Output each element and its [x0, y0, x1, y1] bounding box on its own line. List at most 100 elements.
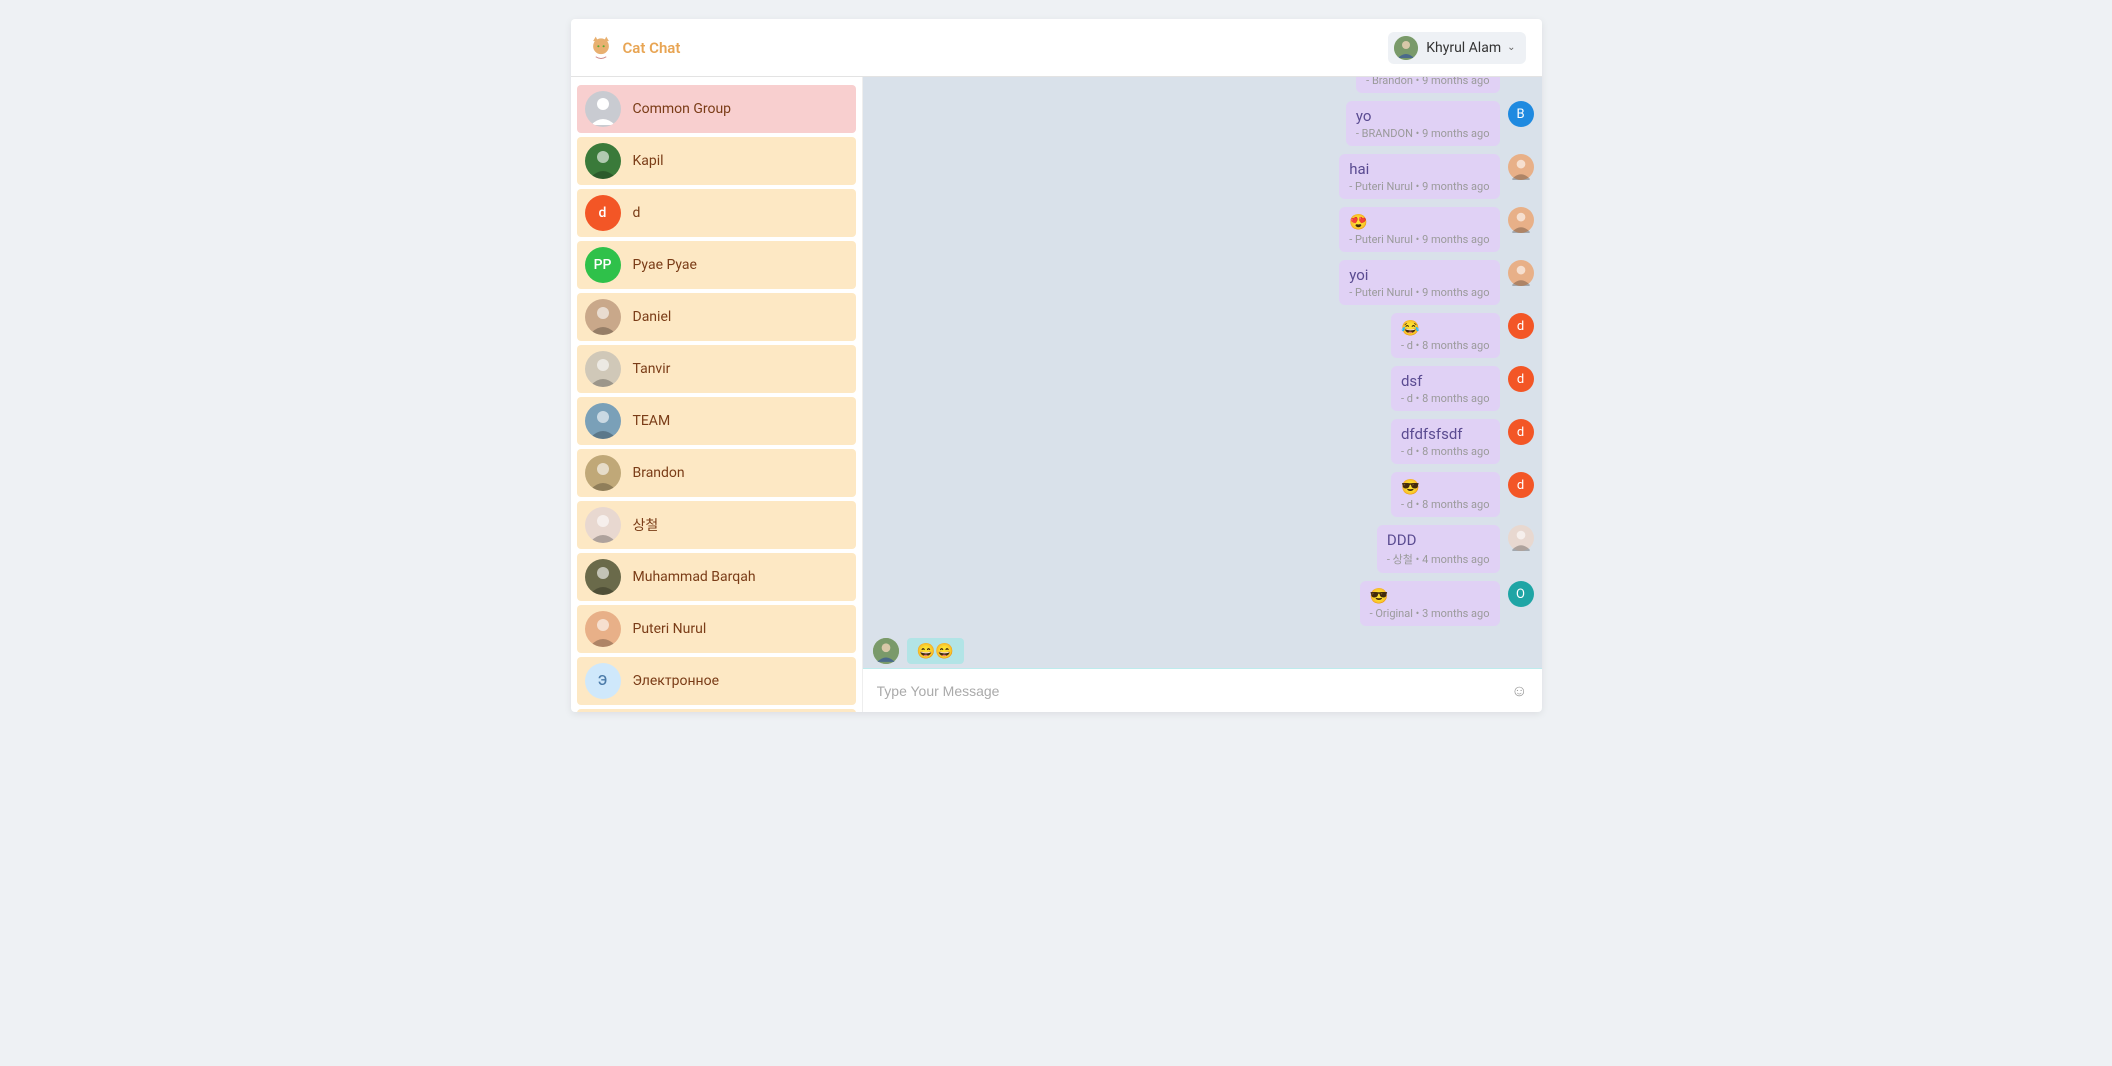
chat-scroll[interactable]: hello- Brandon • 9 months ago yo - BRANDON…	[863, 77, 1542, 634]
message-bubble: 😎 - d • 8 months ago	[1391, 472, 1500, 517]
message-text: hai	[1349, 160, 1489, 178]
sidebar-item[interactable]: TEAM	[577, 397, 856, 445]
sidebar-item[interactable]: PP Pyae Pyae	[577, 241, 856, 289]
message-bubble: dfdfsfsdf - d • 8 months ago	[1391, 419, 1500, 464]
contact-name: TEAM	[633, 413, 671, 429]
avatar: d	[1508, 419, 1534, 445]
message-meta: - Puteri Nurul • 9 months ago	[1349, 180, 1489, 193]
message-meta: - d • 8 months ago	[1401, 392, 1490, 405]
typing-indicator: 😄😄	[863, 634, 1542, 668]
sidebar-item[interactable]: ЭЭлектронное	[577, 657, 856, 705]
contact-name: Pyae Pyae	[633, 257, 697, 273]
sidebar-item[interactable]: Puteri Nurul	[577, 605, 856, 653]
sidebar-item[interactable]: Muhammad Barqah	[577, 553, 856, 601]
emoji-picker-icon[interactable]: ☺	[1511, 681, 1527, 701]
avatar: O	[1508, 581, 1534, 607]
message-input[interactable]	[877, 683, 1512, 699]
contact-name: Tanvir	[633, 361, 671, 377]
contact-name: Puteri Nurul	[633, 621, 707, 637]
contact-name: Brandon	[633, 465, 685, 481]
sidebar-item[interactable]: SShubham	[577, 709, 856, 712]
message-row: DDD - 상철 • 4 months ago	[871, 525, 1534, 573]
avatar: B	[1508, 101, 1534, 127]
message-row: 😍- Puteri Nurul • 9 months ago	[871, 207, 1534, 252]
avatar	[1508, 154, 1534, 180]
message-text: dfdfsfsdf	[1401, 425, 1490, 443]
avatar	[1508, 525, 1534, 551]
message-row: yo - BRANDON • 9 months ago B	[871, 101, 1534, 146]
message-meta: - Brandon • 9 months ago	[1366, 77, 1489, 87]
message-meta: - 상철 • 4 months ago	[1387, 551, 1490, 567]
message-meta: - Original • 3 months ago	[1370, 607, 1490, 620]
message-row: hello- Brandon • 9 months ago	[871, 77, 1534, 93]
sidebar-item[interactable]: Kapil	[577, 137, 856, 185]
cat-logo-icon	[587, 34, 615, 62]
avatar	[585, 91, 621, 127]
avatar: d	[1508, 313, 1534, 339]
message-meta: - Puteri Nurul • 9 months ago	[1349, 286, 1489, 299]
message-text: dsf	[1401, 372, 1490, 390]
message-row: hai - Puteri Nurul • 9 months ago	[871, 154, 1534, 199]
typing-avatar	[873, 638, 899, 664]
contact-name: Common Group	[633, 101, 732, 117]
message-bubble: yoi - Puteri Nurul • 9 months ago	[1339, 260, 1499, 305]
sidebar[interactable]: Common GroupKapilddPPPyae PyaeDanielTanv…	[571, 77, 863, 712]
user-menu[interactable]: Khyrul Alam ⌄	[1388, 32, 1525, 64]
avatar: PP	[585, 247, 621, 283]
contact-name: Muhammad Barqah	[633, 569, 756, 585]
avatar: d	[1508, 472, 1534, 498]
message-text: 😎	[1401, 478, 1490, 496]
sidebar-item[interactable]: dd	[577, 189, 856, 237]
message-meta: - d • 8 months ago	[1401, 339, 1490, 352]
contact-name: Электронное	[633, 673, 720, 689]
user-avatar	[1394, 36, 1418, 60]
avatar	[585, 351, 621, 387]
message-bubble: hello- Brandon • 9 months ago	[1356, 77, 1499, 93]
contact-name: 상철	[633, 515, 659, 535]
message-text: 😍	[1349, 213, 1489, 231]
message-text: 😎	[1370, 587, 1490, 605]
avatar	[585, 143, 621, 179]
chevron-down-icon: ⌄	[1507, 42, 1515, 53]
message-meta: - BRANDON • 9 months ago	[1356, 127, 1490, 140]
message-bubble: yo - BRANDON • 9 months ago	[1346, 101, 1500, 146]
avatar	[585, 559, 621, 595]
avatar: d	[1508, 366, 1534, 392]
message-row: 😂 - d • 8 months ago d	[871, 313, 1534, 358]
avatar	[585, 455, 621, 491]
message-bubble: 😂 - d • 8 months ago	[1391, 313, 1500, 358]
message-meta: - d • 8 months ago	[1401, 445, 1490, 458]
typing-bubble: 😄😄	[907, 638, 964, 664]
contact-name: d	[633, 205, 641, 221]
app-window: Cat Chat Khyrul Alam ⌄ Common Group Kapil…	[571, 19, 1542, 712]
message-bubble: DDD - 상철 • 4 months ago	[1377, 525, 1500, 573]
message-meta: - d • 8 months ago	[1401, 498, 1490, 511]
sidebar-item[interactable]: Brandon	[577, 449, 856, 497]
avatar	[585, 299, 621, 335]
sidebar-item[interactable]: Tanvir	[577, 345, 856, 393]
message-text: yo	[1356, 107, 1490, 125]
avatar	[585, 507, 621, 543]
user-name: Khyrul Alam	[1426, 40, 1501, 56]
message-row: 😎 - Original • 3 months ago O	[871, 581, 1534, 626]
message-bubble: 😍- Puteri Nurul • 9 months ago	[1339, 207, 1499, 252]
message-row: 😎 - d • 8 months ago d	[871, 472, 1534, 517]
sidebar-item[interactable]: Daniel	[577, 293, 856, 341]
message-text: 😂	[1401, 319, 1490, 337]
message-row: dsf - d • 8 months ago d	[871, 366, 1534, 411]
message-bubble: hai - Puteri Nurul • 9 months ago	[1339, 154, 1499, 199]
sidebar-item[interactable]: Common Group	[577, 85, 856, 133]
message-text: yoi	[1349, 266, 1489, 284]
message-bubble: 😎 - Original • 3 months ago	[1360, 581, 1500, 626]
avatar	[1508, 260, 1534, 286]
avatar	[585, 611, 621, 647]
message-text: DDD	[1387, 531, 1490, 549]
message-row: dfdfsfsdf - d • 8 months ago d	[871, 419, 1534, 464]
avatar	[585, 403, 621, 439]
avatar: d	[585, 195, 621, 231]
brand-name: Cat Chat	[623, 39, 681, 57]
chat-area: hello- Brandon • 9 months ago yo - BRANDON…	[863, 77, 1542, 712]
sidebar-item[interactable]: 상철	[577, 501, 856, 549]
contact-name: Daniel	[633, 309, 672, 325]
header: Cat Chat Khyrul Alam ⌄	[571, 19, 1542, 77]
